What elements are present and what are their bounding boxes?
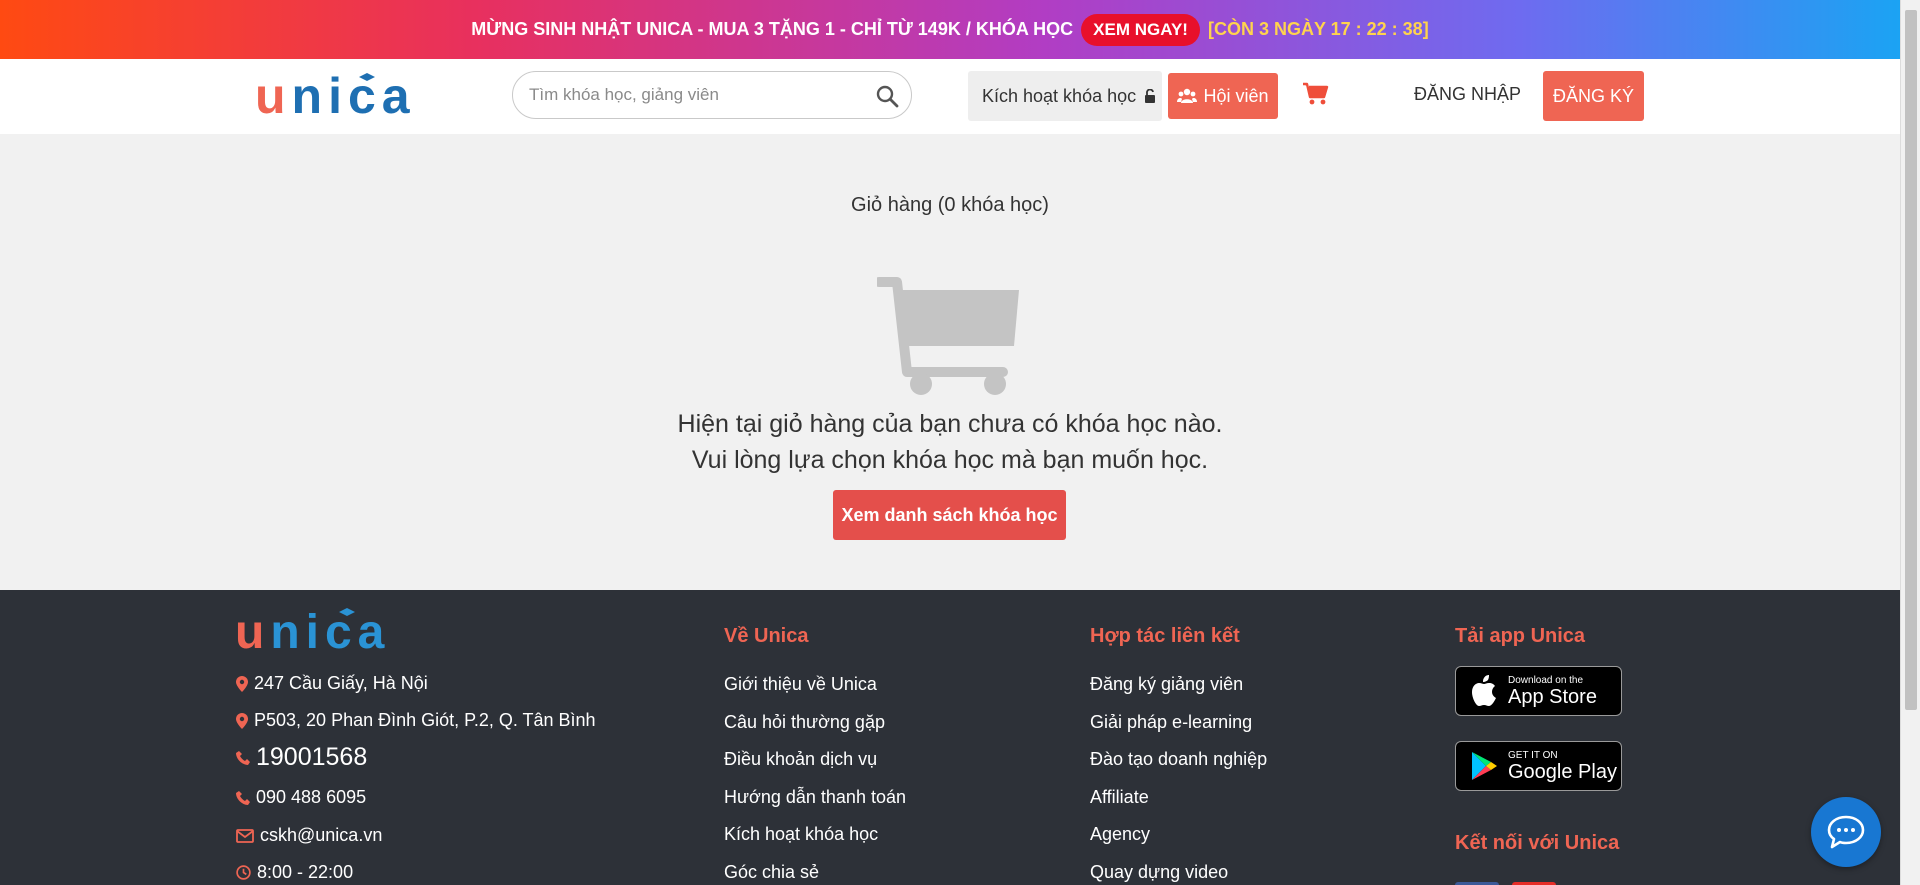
browse-courses-button[interactable]: Xem danh sách khóa học bbox=[833, 490, 1066, 540]
app-store-small: Download on the bbox=[1508, 674, 1584, 686]
app-title: Tải app Unica bbox=[1455, 625, 1586, 647]
map-marker-icon bbox=[236, 675, 248, 692]
chat-bubble-icon bbox=[1827, 815, 1865, 849]
connect-title: Kết nối với Unica bbox=[1455, 832, 1620, 854]
cart-section: Giỏ hàng (0 khóa học) Hiện tại giỏ hàng … bbox=[0, 134, 1900, 590]
address-hcm: P503, 20 Phan Đình Giót, P.2, Q. Tân Bìn… bbox=[236, 710, 596, 731]
empty-message-line2: Vui lòng lựa chọn khóa học mà bạn muốn h… bbox=[691, 446, 1209, 474]
activate-course-button[interactable]: Kích hoạt khóa học bbox=[968, 71, 1162, 121]
footer-link-about[interactable]: Giới thiệu về Unica bbox=[724, 674, 877, 695]
site-header: unica unica Kích hoạt khóa học Hội viên bbox=[0, 59, 1900, 134]
activate-label: Kích hoạt khóa học bbox=[982, 85, 1137, 106]
search-input[interactable] bbox=[529, 72, 869, 118]
footer-link-faq[interactable]: Câu hỏi thường gặp bbox=[724, 712, 885, 733]
unlock-icon bbox=[1145, 88, 1156, 103]
users-icon bbox=[1177, 88, 1198, 103]
footer-link-instructor[interactable]: Đăng ký giảng viên bbox=[1090, 674, 1243, 695]
scrollbar-thumb[interactable] bbox=[1905, 10, 1917, 710]
promo-cta-button[interactable]: XEM NGAY! bbox=[1081, 13, 1200, 46]
member-button[interactable]: Hội viên bbox=[1168, 73, 1278, 119]
promo-text: MỪNG SINH NHẬT UNICA - MUA 3 TẶNG 1 - CH… bbox=[471, 19, 1074, 39]
envelope-icon bbox=[236, 828, 254, 843]
chat-button[interactable] bbox=[1811, 797, 1881, 867]
empty-cart-message: Hiện tại giỏ hàng của bạn chưa có khóa h… bbox=[0, 406, 1900, 478]
svg-text:unica: unica bbox=[235, 608, 390, 654]
login-link[interactable]: ĐĂNG NHẬP bbox=[1414, 84, 1521, 105]
empty-message-line1: Hiện tại giỏ hàng của bạn chưa có khóa h… bbox=[677, 410, 1223, 438]
footer-link-elearning[interactable]: Giải pháp e-learning bbox=[1090, 712, 1252, 733]
about-title: Về Unica bbox=[724, 625, 809, 647]
footer-link-terms[interactable]: Điều khoản dịch vụ bbox=[724, 749, 877, 770]
svg-text:unica: unica bbox=[255, 71, 416, 121]
footer-link-affiliate[interactable]: Affiliate bbox=[1090, 787, 1149, 808]
google-play-small: GET IT ON bbox=[1508, 749, 1558, 761]
opening-hours: 8:00 - 22:00 bbox=[236, 862, 353, 883]
footer-link-payment-guide[interactable]: Hướng dẫn thanh toán bbox=[724, 787, 906, 808]
phone-icon bbox=[236, 790, 250, 805]
promo-countdown: [CÒN 3 NGÀY 17 : 22 : 38] bbox=[1207, 19, 1429, 39]
apple-icon bbox=[1472, 675, 1496, 706]
member-label: Hội viên bbox=[1203, 85, 1269, 106]
vertical-scrollbar[interactable] bbox=[1900, 0, 1920, 885]
map-marker-icon bbox=[236, 712, 248, 729]
cart-icon[interactable] bbox=[1302, 82, 1330, 106]
app-store-large: App Store bbox=[1508, 685, 1597, 708]
site-footer: unica unica 247 Cầu Giấy, Hà Nội P503, 2… bbox=[0, 590, 1900, 885]
google-play-icon bbox=[1472, 752, 1497, 780]
promo-banner[interactable]: MỪNG SINH NHẬT UNICA - MUA 3 TẶNG 1 - CH… bbox=[0, 0, 1900, 59]
app-store-badge[interactable]: Download on the App Store bbox=[1455, 666, 1622, 716]
footer-unica-logo[interactable]: unica bbox=[235, 608, 411, 654]
footer-link-video[interactable]: Quay dựng video bbox=[1090, 862, 1228, 883]
clock-icon bbox=[236, 865, 251, 880]
search-box[interactable] bbox=[512, 71, 912, 119]
search-icon[interactable] bbox=[875, 84, 899, 108]
address-hanoi: 247 Cầu Giấy, Hà Nội bbox=[236, 673, 428, 694]
phone-icon bbox=[236, 750, 250, 765]
footer-link-activate[interactable]: Kích hoạt khóa học bbox=[724, 824, 878, 845]
google-play-badge[interactable]: GET IT ON Google Play bbox=[1455, 741, 1622, 791]
empty-cart-icon bbox=[877, 277, 1019, 395]
unica-logo[interactable]: unica bbox=[255, 71, 431, 121]
footer-link-blog[interactable]: Góc chia sẻ bbox=[724, 862, 819, 883]
google-play-large: Google Play bbox=[1508, 760, 1617, 783]
hotline[interactable]: 19001568 bbox=[236, 743, 367, 772]
register-button[interactable]: ĐĂNG KÝ bbox=[1543, 71, 1644, 121]
phone-number[interactable]: 090 488 6095 bbox=[236, 787, 366, 808]
email[interactable]: cskh@unica.vn bbox=[236, 825, 382, 846]
footer-link-enterprise[interactable]: Đào tạo doanh nghiệp bbox=[1090, 749, 1267, 770]
partner-title: Hợp tác liên kết bbox=[1090, 625, 1240, 647]
footer-link-agency[interactable]: Agency bbox=[1090, 824, 1150, 845]
cart-title: Giỏ hàng (0 khóa học) bbox=[851, 194, 1049, 216]
